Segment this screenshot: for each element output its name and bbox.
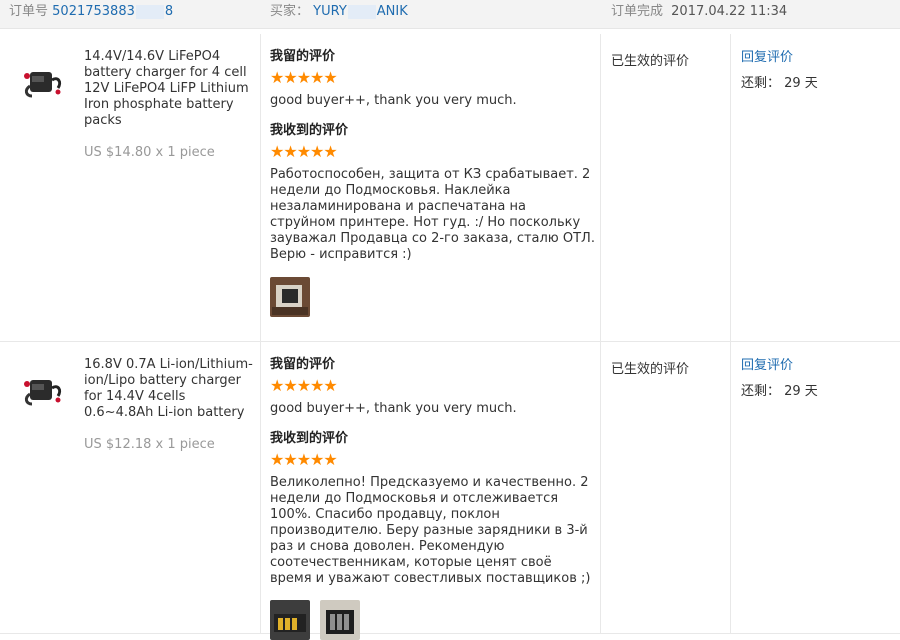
order-number-link[interactable]: 5021753883 8	[52, 4, 173, 19]
received-review-label: 我收到的评价	[270, 431, 349, 446]
buyer-info: 买家： YURY ANIK	[270, 4, 408, 20]
review-actions: 回复评价 还剩： 29 天	[741, 358, 818, 400]
review-photo[interactable]	[270, 600, 310, 640]
product-price: US $12.18 x 1 piece	[84, 437, 215, 452]
my-review-label: 我留的评价	[270, 357, 336, 372]
product-thumbnail[interactable]	[22, 370, 64, 410]
review-actions: 回复评价 还剩： 29 天	[741, 50, 818, 92]
review-section: 我留的评价 ★★★★★ good buyer++, thank you very…	[270, 49, 595, 263]
order-number-label: 订单号	[9, 4, 49, 19]
days-remaining: 还剩： 29 天	[741, 76, 818, 91]
received-review-text: Великолепно! Предсказуемо и качественно.…	[270, 475, 591, 586]
review-section: 我留的评价 ★★★★★ good buyer++, thank you very…	[270, 357, 595, 587]
order-status: 订单完成 2017.04.22 11:34	[611, 4, 787, 20]
completed-time: 2017.04.22 11:34	[671, 4, 788, 19]
my-review-text: good buyer++, thank you very much.	[270, 93, 517, 108]
my-review-label: 我留的评价	[270, 49, 336, 64]
review-photos	[270, 277, 316, 317]
product-price: US $14.80 x 1 piece	[84, 145, 215, 160]
order-header: 订单号 5021753883 8 买家： YURY ANIK 订单完成 2017.0…	[0, 0, 900, 29]
order-status-label: 订单完成	[611, 4, 664, 19]
received-review-label: 我收到的评价	[270, 123, 349, 138]
order-number: 订单号 5021753883 8	[9, 4, 173, 20]
product-title[interactable]: 14.4V/14.6V LiFePO4 battery charger for …	[84, 49, 254, 129]
received-review-text: Работоспособен, защита от КЗ срабатывает…	[270, 167, 595, 262]
order-row: 14.4V/14.6V LiFePO4 battery charger for …	[0, 34, 900, 342]
my-rating-stars: ★★★★★	[270, 68, 338, 87]
my-review-text: good buyer++, thank you very much.	[270, 401, 517, 416]
buyer-label: 买家：	[270, 4, 310, 19]
review-status: 已生效的评价	[611, 362, 690, 377]
review-photo[interactable]	[270, 277, 310, 317]
my-rating-stars: ★★★★★	[270, 376, 338, 395]
buyer-link[interactable]: YURY ANIK	[313, 4, 408, 19]
product-thumbnail[interactable]	[22, 62, 64, 102]
days-remaining: 还剩： 29 天	[741, 384, 818, 399]
review-status: 已生效的评价	[611, 54, 690, 69]
received-rating-stars: ★★★★★	[270, 450, 338, 469]
review-photos	[270, 600, 366, 640]
review-photo[interactable]	[320, 600, 361, 640]
reply-review-link[interactable]: 回复评价	[741, 358, 818, 374]
order-row: 16.8V 0.7A Li-ion/Lithium-ion/Lipo batte…	[0, 342, 900, 640]
product-title[interactable]: 16.8V 0.7A Li-ion/Lithium-ion/Lipo batte…	[84, 357, 254, 421]
received-rating-stars: ★★★★★	[270, 142, 338, 161]
reply-review-link[interactable]: 回复评价	[741, 50, 818, 66]
